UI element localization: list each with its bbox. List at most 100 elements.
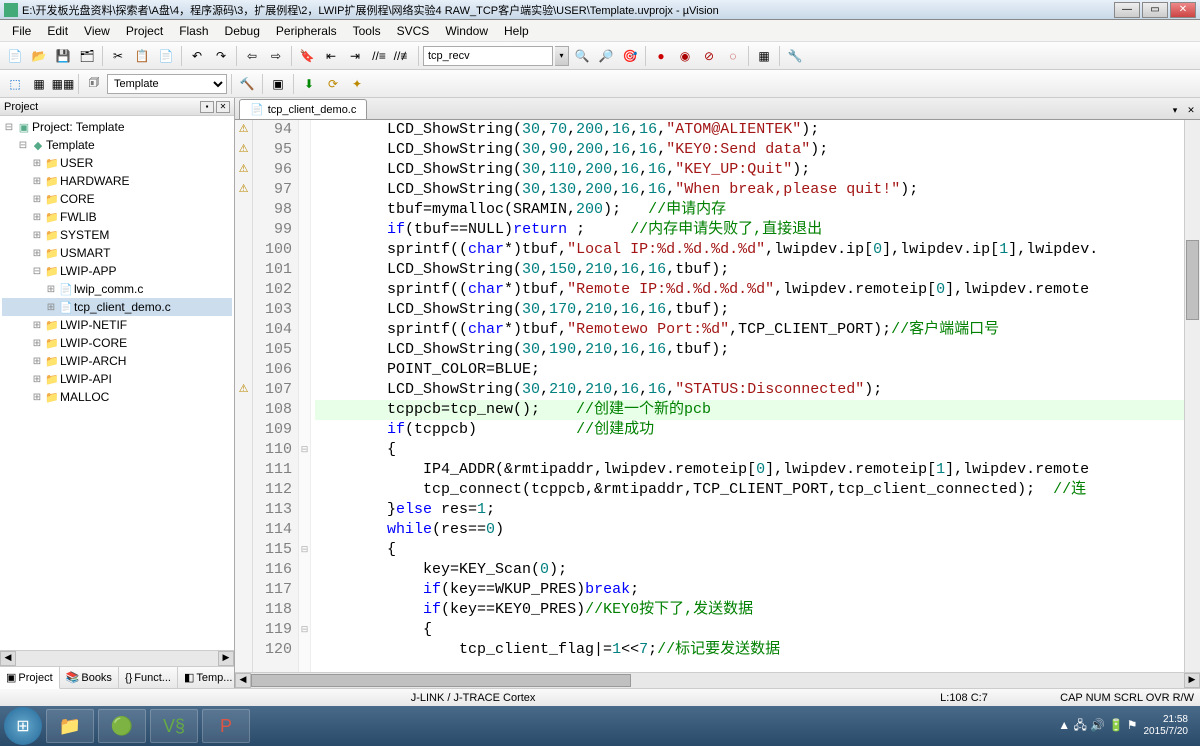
task-app1[interactable]: 🟢	[98, 709, 146, 743]
bookmark-button[interactable]: 🔖	[296, 45, 318, 67]
menu-edit[interactable]: Edit	[39, 22, 76, 40]
cut-button[interactable]: ✂	[107, 45, 129, 67]
save-button[interactable]: 💾	[52, 45, 74, 67]
batch-build-button[interactable]: 🗊	[83, 73, 105, 95]
tree-item[interactable]: ⊞📁LWIP-CORE	[2, 334, 232, 352]
tree-item[interactable]: ⊟◆Template	[2, 136, 232, 154]
tree-item[interactable]: ⊟▣Project: Template	[2, 118, 232, 136]
panel-pin-button[interactable]: ▪	[200, 101, 214, 113]
code-line[interactable]: tcppcb=tcp_new(); //创建一个新的pcb	[315, 400, 1184, 420]
code-line[interactable]: LCD_ShowString(30,150,210,16,16,tbuf);	[315, 260, 1184, 280]
download-button[interactable]: ⬇	[298, 73, 320, 95]
code-line[interactable]: {	[315, 440, 1184, 460]
tree-item[interactable]: ⊞📁SYSTEM	[2, 226, 232, 244]
comment-button[interactable]: //≡	[368, 45, 390, 67]
task-powerpoint[interactable]: P	[202, 709, 250, 743]
proj-tab-funct[interactable]: {}Funct...	[119, 667, 178, 688]
system-tray[interactable]: ▲ 🖧 🔊 🔋 ⚑ 21:58 2015/7/20	[1058, 714, 1196, 738]
code-text[interactable]: LCD_ShowString(30,70,200,16,16,"ATOM@ALI…	[311, 120, 1184, 672]
code-line[interactable]: sprintf((char*)tbuf,"Remotewo Port:%d",T…	[315, 320, 1184, 340]
menu-tools[interactable]: Tools	[345, 22, 389, 40]
project-tree[interactable]: ⊟▣Project: Template⊟◆Template⊞📁USER⊞📁HAR…	[0, 116, 234, 650]
task-explorer[interactable]: 📁	[46, 709, 94, 743]
menu-help[interactable]: Help	[496, 22, 537, 40]
menu-peripherals[interactable]: Peripherals	[268, 22, 345, 40]
editor-hscroll[interactable]: ◀ ▶	[235, 672, 1200, 688]
code-line[interactable]: LCD_ShowString(30,90,200,16,16,"KEY0:Sen…	[315, 140, 1184, 160]
panel-close-button[interactable]: ✕	[216, 101, 230, 113]
find-in-files-button[interactable]: 🔎	[595, 45, 617, 67]
tree-item[interactable]: ⊞📁LWIP-API	[2, 370, 232, 388]
code-line[interactable]: sprintf((char*)tbuf,"Remote IP:%d.%d.%d.…	[315, 280, 1184, 300]
scroll-right-icon[interactable]: ▶	[1184, 673, 1200, 688]
menu-debug[interactable]: Debug	[217, 22, 268, 40]
tree-item[interactable]: ⊟📁LWIP-APP	[2, 262, 232, 280]
nav-fwd-button[interactable]: ⇨	[265, 45, 287, 67]
code-line[interactable]: key=KEY_Scan(0);	[315, 560, 1184, 580]
code-line[interactable]: LCD_ShowString(30,190,210,16,16,tbuf);	[315, 340, 1184, 360]
target-select[interactable]: Template	[107, 74, 227, 94]
editor-close-button[interactable]: ✕	[1184, 103, 1198, 117]
code-line[interactable]: if(tbuf==NULL)return ; //内存申请失败了,直接退出	[315, 220, 1184, 240]
fold-column[interactable]: ⊟⊟⊟	[299, 120, 311, 672]
search-input[interactable]	[423, 46, 553, 66]
tree-item[interactable]: ⊞📁CORE	[2, 190, 232, 208]
code-area[interactable]: ⚠⚠⚠⚠⚠ 9495969798991001011021031041051061…	[235, 120, 1200, 672]
kill-breakpoint-button[interactable]: ⊘	[698, 45, 720, 67]
code-line[interactable]: LCD_ShowString(30,170,210,16,16,tbuf);	[315, 300, 1184, 320]
configure-button[interactable]: 🔧	[784, 45, 806, 67]
proj-hscroll[interactable]: ◀ ▶	[0, 650, 234, 666]
save-all-button[interactable]: 🗂	[76, 45, 98, 67]
tree-item[interactable]: ⊞📁HARDWARE	[2, 172, 232, 190]
code-line[interactable]: IP4_ADDR(&rmtipaddr,lwipdev.remoteip[0],…	[315, 460, 1184, 480]
tree-item[interactable]: ⊞📁USER	[2, 154, 232, 172]
taskbar[interactable]: ⊞ 📁 🟢 V§ P ▲ 🖧 🔊 🔋 ⚑ 21:58 2015/7/20	[0, 706, 1200, 746]
code-line[interactable]: sprintf((char*)tbuf,"Local IP:%d.%d.%d.%…	[315, 240, 1184, 260]
erase-button[interactable]: ✦	[346, 73, 368, 95]
editor-dropdown-button[interactable]: ▾	[1168, 103, 1182, 117]
search-dropdown[interactable]: ▾	[555, 46, 569, 66]
indent-left-button[interactable]: ⇤	[320, 45, 342, 67]
tree-item[interactable]: ⊞📁USMART	[2, 244, 232, 262]
scroll-left-icon[interactable]: ◀	[0, 651, 16, 666]
window-layout-button[interactable]: ▦	[753, 45, 775, 67]
minimize-button[interactable]: —	[1114, 2, 1140, 18]
start-button[interactable]: ⊞	[4, 707, 42, 745]
disable-breakpoint-button[interactable]: ◌	[722, 45, 744, 67]
tree-item[interactable]: ⊞📁MALLOC	[2, 388, 232, 406]
menu-view[interactable]: View	[76, 22, 118, 40]
tree-item[interactable]: ⊞📁LWIP-NETIF	[2, 316, 232, 334]
menu-window[interactable]: Window	[437, 22, 496, 40]
editor-vscroll[interactable]	[1184, 120, 1200, 672]
copy-button[interactable]: 📋	[131, 45, 153, 67]
menu-project[interactable]: Project	[118, 22, 171, 40]
paste-button[interactable]: 📄	[155, 45, 177, 67]
tree-item[interactable]: ⊞📄lwip_comm.c	[2, 280, 232, 298]
nav-back-button[interactable]: ⇦	[241, 45, 263, 67]
code-line[interactable]: LCD_ShowString(30,130,200,16,16,"When br…	[315, 180, 1184, 200]
code-line[interactable]: }else res=1;	[315, 500, 1184, 520]
menu-flash[interactable]: Flash	[171, 22, 216, 40]
breakpoint-button[interactable]: ◉	[674, 45, 696, 67]
code-line[interactable]: if(tcppcb) //创建成功	[315, 420, 1184, 440]
tree-item[interactable]: ⊞📁FWLIB	[2, 208, 232, 226]
build-target-icon[interactable]: ▦	[28, 73, 50, 95]
code-line[interactable]: tbuf=mymalloc(SRAMIN,200); //申请内存	[315, 200, 1184, 220]
task-app2[interactable]: V§	[150, 709, 198, 743]
debug-start-button[interactable]: ●	[650, 45, 672, 67]
code-line[interactable]: if(key==KEY0_PRES)//KEY0按下了,发送数据	[315, 600, 1184, 620]
tree-item[interactable]: ⊞📁LWIP-ARCH	[2, 352, 232, 370]
rebuild-button[interactable]: ▦▦	[52, 73, 74, 95]
close-button[interactable]: ✕	[1170, 2, 1196, 18]
code-line[interactable]: while(res==0)	[315, 520, 1184, 540]
find-button[interactable]: 🔍	[571, 45, 593, 67]
open-button[interactable]: 📂	[28, 45, 50, 67]
proj-tab-temp[interactable]: ◧Temp...	[178, 667, 239, 688]
menu-svcs[interactable]: SVCS	[389, 22, 438, 40]
maximize-button[interactable]: ▭	[1142, 2, 1168, 18]
code-line[interactable]: POINT_COLOR=BLUE;	[315, 360, 1184, 380]
scroll-right-icon[interactable]: ▶	[218, 651, 234, 666]
clock[interactable]: 21:58 2015/7/20	[1144, 714, 1189, 738]
code-line[interactable]: LCD_ShowString(30,210,210,16,16,"STATUS:…	[315, 380, 1184, 400]
code-line[interactable]: if(key==WKUP_PRES)break;	[315, 580, 1184, 600]
